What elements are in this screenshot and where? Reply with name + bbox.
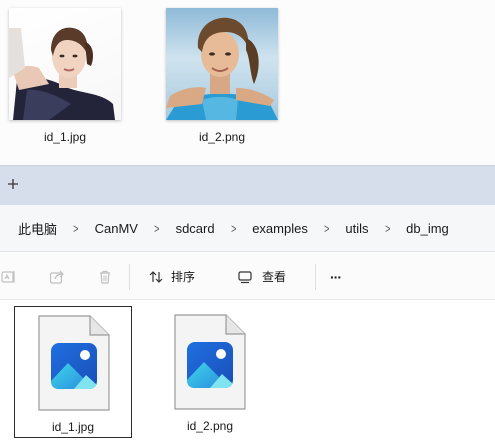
image-file-icon — [38, 315, 110, 416]
thumbnail-caption-1: id_1.jpg — [43, 130, 87, 144]
photo-thumbnail-1 — [9, 8, 121, 120]
chevron-right-icon[interactable]: > — [385, 221, 390, 236]
more-icon: ··· — [330, 268, 342, 285]
breadcrumb: 此电脑 > CanMV > sdcard > examples > utils … — [0, 205, 495, 252]
breadcrumb-utils[interactable]: utils — [345, 221, 368, 236]
sort-button[interactable]: 排序 — [147, 253, 195, 300]
file-list: id_1.jpg id_2.png — [0, 300, 495, 442]
sort-icon — [147, 268, 165, 286]
chevron-right-icon[interactable]: > — [324, 221, 329, 236]
image-file-icon — [174, 314, 246, 415]
share-icon — [48, 268, 66, 286]
breadcrumb-sdcard[interactable]: sdcard — [176, 221, 215, 236]
trash-icon — [96, 268, 114, 286]
top-file-thumbnails: id_1.jpg id_2.png — [0, 0, 495, 165]
file-name-id-1: id_1.jpg — [51, 420, 95, 434]
chevron-right-icon[interactable]: > — [231, 221, 236, 236]
thumbnail-id-1[interactable]: id_1.jpg — [9, 8, 121, 144]
file-item-id-2[interactable]: id_2.png — [151, 306, 269, 438]
chevron-right-icon[interactable]: > — [73, 221, 78, 236]
file-item-id-1[interactable]: id_1.jpg — [14, 306, 132, 438]
plus-icon[interactable] — [7, 178, 19, 193]
rename-icon — [0, 268, 18, 286]
rename-button[interactable] — [0, 253, 18, 300]
delete-button[interactable] — [96, 253, 114, 300]
command-bar: 排序 查看 ··· — [0, 253, 495, 300]
breadcrumb-db-img[interactable]: db_img — [406, 221, 449, 236]
file-name-id-2: id_2.png — [186, 419, 234, 433]
sort-label: 排序 — [171, 270, 196, 284]
share-button[interactable] — [48, 253, 66, 300]
breadcrumb-canmv[interactable]: CanMV — [95, 221, 138, 236]
toolbar-divider — [315, 264, 316, 290]
chevron-right-icon[interactable]: > — [154, 221, 159, 236]
thumbnail-id-2[interactable]: id_2.png — [166, 8, 278, 144]
toolbar-divider — [129, 264, 130, 290]
view-label: 查看 — [262, 270, 287, 284]
breadcrumb-examples[interactable]: examples — [252, 221, 308, 236]
more-options-button[interactable]: ··· — [330, 253, 342, 300]
view-button[interactable]: 查看 — [236, 253, 286, 300]
thumbnail-caption-2: id_2.png — [198, 130, 246, 144]
tab-strip — [0, 165, 495, 205]
photo-thumbnail-2 — [166, 8, 278, 120]
view-icon — [236, 268, 254, 286]
breadcrumb-this-pc[interactable]: 此电脑 — [18, 219, 57, 238]
